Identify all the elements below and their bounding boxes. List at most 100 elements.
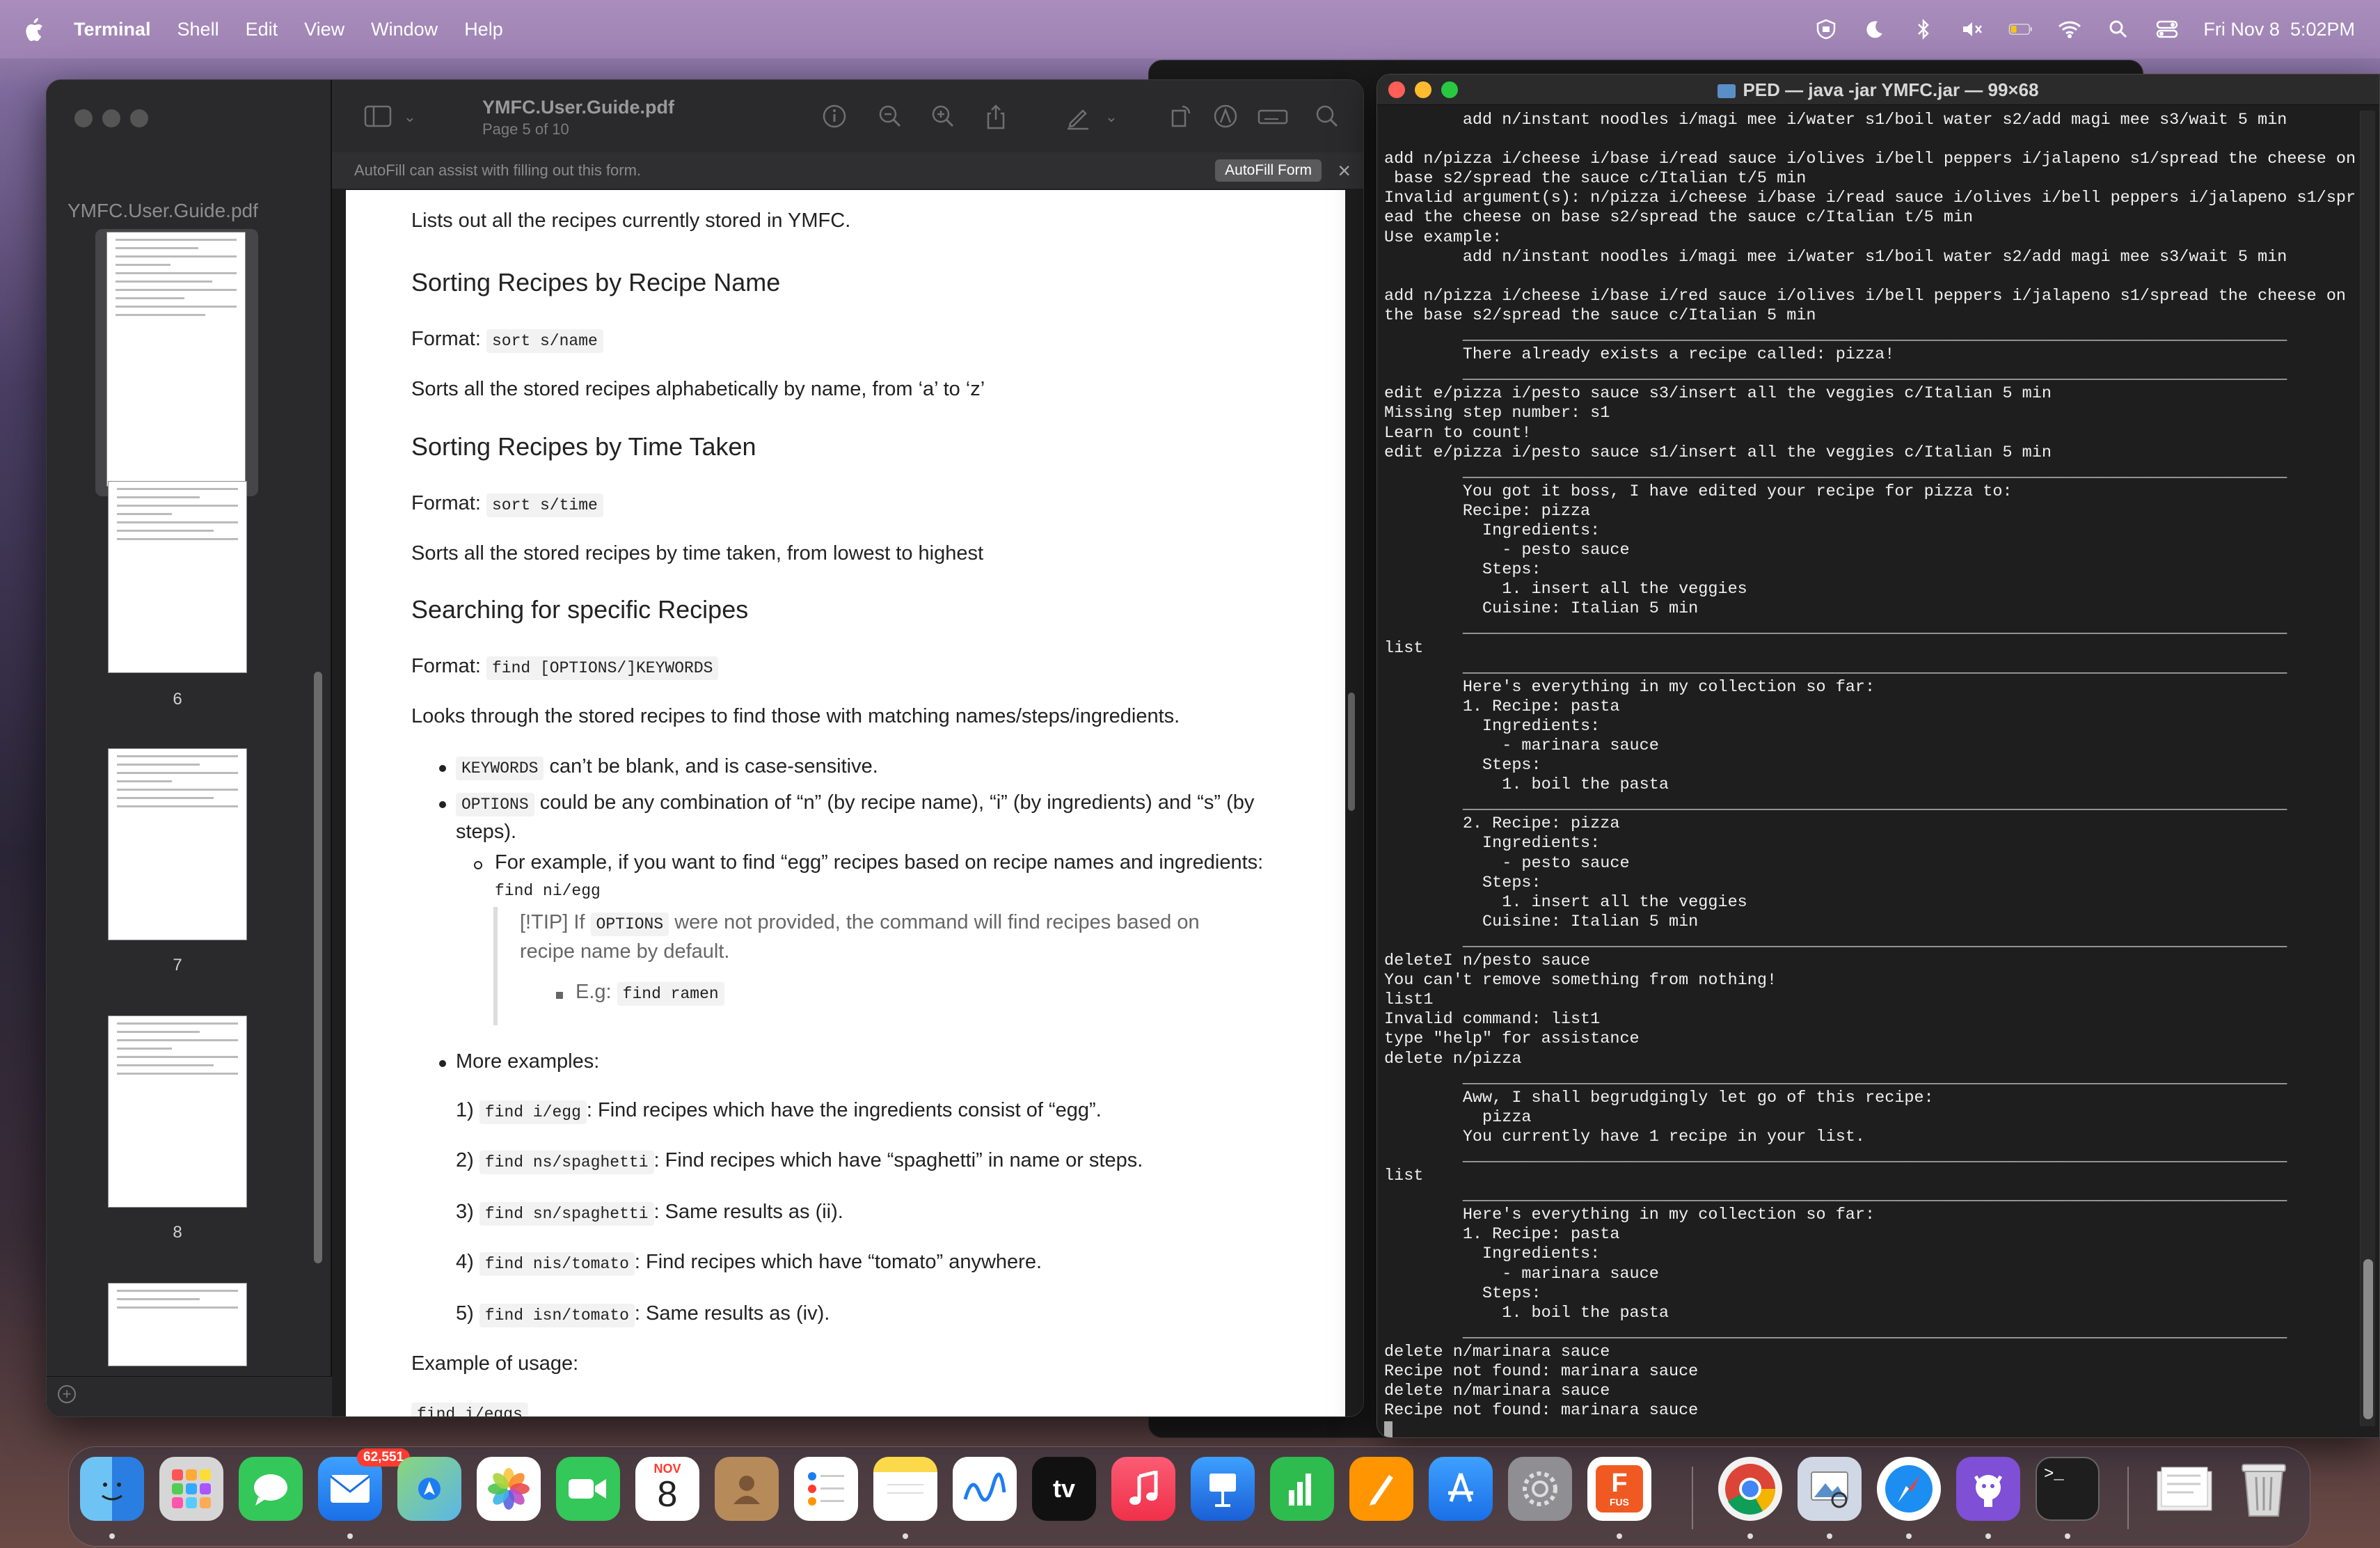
- page-scrollbar[interactable]: [1348, 693, 1355, 811]
- format-line: Format: find [OPTIONS/]KEYWORDS: [411, 655, 719, 680]
- sidebar-title: YMFC.User.Guide.pdf: [68, 200, 258, 221]
- photos-icon[interactable]: [477, 1457, 541, 1521]
- menu-window[interactable]: Window: [371, 19, 438, 40]
- mute-icon[interactable]: [1960, 19, 1985, 40]
- app-store-icon[interactable]: [1429, 1457, 1493, 1521]
- bullet: [439, 1060, 446, 1067]
- menu-help[interactable]: Help: [464, 19, 503, 40]
- wifi-icon[interactable]: [2057, 19, 2082, 40]
- sidebar-scrollbar[interactable]: [314, 672, 322, 1263]
- scroll-thumb[interactable]: [2363, 1259, 2373, 1419]
- chrome-icon[interactable]: [1718, 1457, 1782, 1521]
- zoom-button[interactable]: [1441, 81, 1458, 98]
- example-num: 4): [456, 1251, 474, 1273]
- terminal-line: delete n/marinara sauce: [1384, 1342, 1610, 1361]
- rotate-icon[interactable]: [1167, 104, 1195, 132]
- terminal-line: ________________________________________…: [1384, 1146, 2287, 1166]
- keynote-icon[interactable]: [1191, 1457, 1255, 1521]
- minimize-button[interactable]: [102, 109, 120, 127]
- music-icon[interactable]: [1111, 1457, 1175, 1521]
- contacts-icon[interactable]: [715, 1457, 779, 1521]
- page-thumbnail-5[interactable]: [106, 232, 246, 487]
- add-icon[interactable]: +: [58, 1385, 76, 1403]
- mail-icon[interactable]: 62,551: [318, 1448, 411, 1521]
- example-text: : Find recipes which have the ingredient…: [586, 1099, 1102, 1121]
- apple-icon[interactable]: [24, 17, 45, 42]
- terminal-line: ________________________________________…: [1384, 1068, 2287, 1088]
- tv-icon[interactable]: tv: [1032, 1457, 1096, 1521]
- shield-icon[interactable]: [1814, 19, 1839, 40]
- fus-icon[interactable]: F FUS: [1587, 1457, 1651, 1521]
- sidebar-toggle-icon[interactable]: [364, 104, 392, 132]
- bluetooth-icon[interactable]: [1911, 19, 1936, 40]
- share-icon[interactable]: [982, 104, 1010, 132]
- zoom-out-icon[interactable]: [876, 104, 904, 132]
- page-thumbnail-8[interactable]: [108, 1016, 247, 1208]
- launchpad-icon[interactable]: [159, 1457, 223, 1521]
- page-thumbnail-7[interactable]: [108, 748, 247, 940]
- notes-icon[interactable]: [873, 1457, 937, 1521]
- minimize-button[interactable]: [1415, 81, 1431, 98]
- page-thumbnail-6[interactable]: [108, 481, 247, 673]
- bullet-options: OPTIONS could be any combination of “n” …: [456, 791, 1254, 816]
- safari-icon[interactable]: [1877, 1457, 1941, 1521]
- menu-shell[interactable]: Shell: [177, 19, 219, 40]
- close-button[interactable]: [1388, 81, 1405, 98]
- menu-edit[interactable]: Edit: [246, 19, 278, 40]
- maps-icon[interactable]: [397, 1457, 461, 1521]
- finder-icon[interactable]: [80, 1457, 144, 1521]
- page-thumbnail-9[interactable]: [108, 1283, 247, 1366]
- terminal-line: add n/pizza i/cheese i/base i/read sauce…: [1384, 150, 2356, 169]
- terminal-line: 1. insert all the veggies: [1384, 892, 1747, 912]
- close-button[interactable]: [74, 109, 93, 127]
- system-settings-icon[interactable]: [1508, 1457, 1572, 1521]
- format-line: Format: sort s/time: [411, 492, 603, 517]
- menu-clock[interactable]: Fri Nov 8 5:02PM: [2203, 19, 2355, 40]
- terminal-icon[interactable]: >_: [2036, 1457, 2100, 1521]
- messages-icon[interactable]: [239, 1457, 303, 1521]
- code-usage: find i/eggs: [411, 1403, 528, 1416]
- search-icon[interactable]: [1313, 104, 1341, 132]
- form-fill-icon[interactable]: [1258, 104, 1288, 132]
- chevron-down-icon[interactable]: ⌄: [1097, 108, 1125, 136]
- control-center-icon[interactable]: [2155, 19, 2180, 40]
- chevron-down-icon[interactable]: ⌄: [396, 108, 424, 136]
- terminal-line: ________________________________________…: [1384, 326, 2287, 345]
- dock: 62,551 NOV 8 tv F FUS >_: [68, 1446, 2310, 1547]
- calendar-icon[interactable]: NOV 8: [635, 1457, 699, 1521]
- eg-line: E.g: find ramen: [576, 981, 724, 1006]
- markup-icon[interactable]: [1064, 104, 1092, 132]
- pages-icon[interactable]: [1349, 1457, 1413, 1521]
- highlight-icon[interactable]: [1212, 104, 1239, 132]
- autofill-button[interactable]: AutoFill Form: [1215, 159, 1322, 182]
- bullet: [439, 801, 446, 808]
- terminal-scrollbar[interactable]: [2360, 111, 2375, 1426]
- trash-icon[interactable]: [2232, 1457, 2296, 1521]
- moon-icon[interactable]: [1862, 19, 1887, 40]
- close-icon[interactable]: ×: [1338, 152, 1351, 189]
- sort-time-desc: Sorts all the stored recipes by time tak…: [411, 542, 984, 564]
- format-line: Format: sort s/name: [411, 328, 603, 353]
- search-icon[interactable]: [2106, 19, 2131, 40]
- preview-icon[interactable]: [1798, 1457, 1862, 1521]
- documents-icon[interactable]: [2152, 1457, 2216, 1521]
- terminal-line: Use example:: [1384, 228, 1502, 247]
- terminal-line: type "help" for assistance: [1384, 1029, 1640, 1049]
- terminal-line: There already exists a recipe called: pi…: [1384, 345, 1895, 365]
- heading-sort-name: Sorting Recipes by Recipe Name: [411, 268, 781, 297]
- menu-view[interactable]: View: [304, 19, 344, 40]
- terminal-output[interactable]: add n/instant noodles i/magi mee i/water…: [1384, 111, 2356, 1437]
- terminal-cursor[interactable]: [1384, 1421, 2345, 1437]
- menu-app-name[interactable]: Terminal: [74, 19, 151, 40]
- info-icon[interactable]: [820, 104, 848, 132]
- reminders-icon[interactable]: [794, 1457, 858, 1521]
- freeform-icon[interactable]: [953, 1457, 1017, 1521]
- battery-icon[interactable]: [2008, 19, 2033, 40]
- code-options: OPTIONS: [456, 793, 534, 816]
- zoom-button[interactable]: [130, 109, 148, 127]
- github-icon[interactable]: [1956, 1457, 2020, 1521]
- terminal-line: You currently have 1 recipe in your list…: [1384, 1127, 1866, 1146]
- zoom-in-icon[interactable]: [929, 104, 957, 132]
- facetime-icon[interactable]: [556, 1457, 620, 1521]
- numbers-icon[interactable]: [1270, 1457, 1334, 1521]
